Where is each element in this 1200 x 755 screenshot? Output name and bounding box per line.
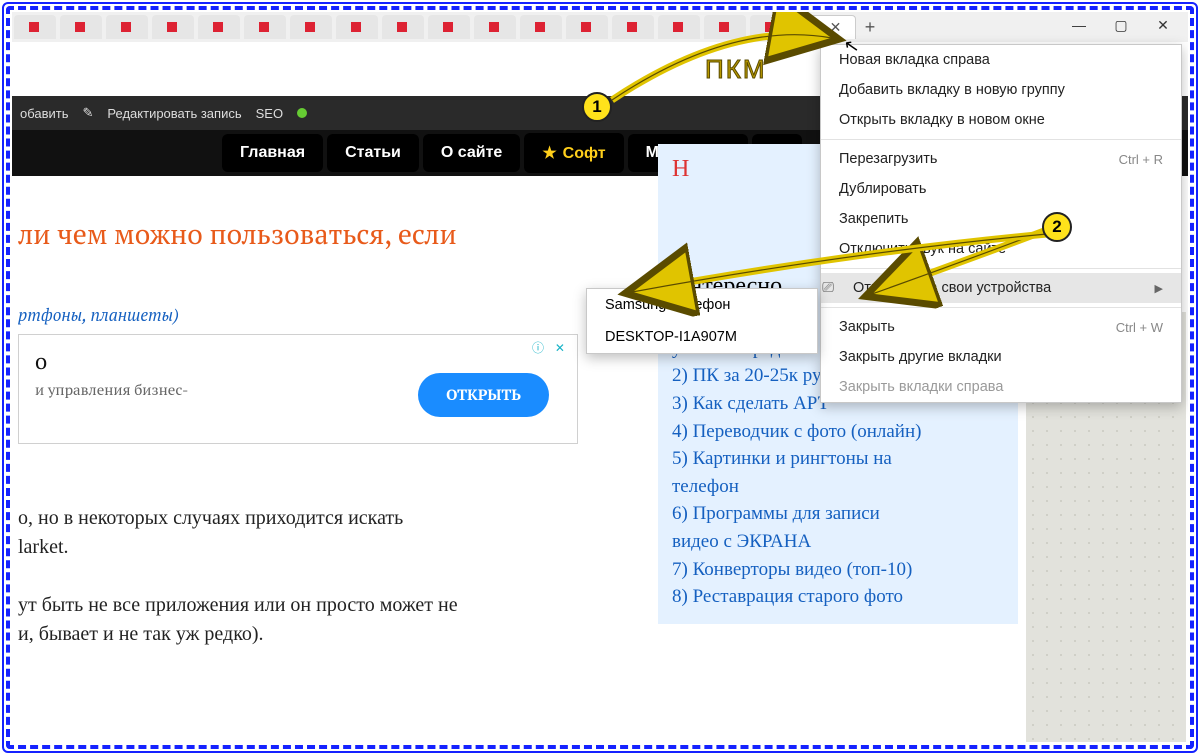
shortcut-label: Ctrl + W	[1116, 320, 1163, 335]
ctx-close-others[interactable]: Закрыть другие вкладки	[821, 342, 1181, 372]
ad-block: ⓘ ✕ о и управления бизнес- ОТКРЫТЬ	[18, 334, 578, 444]
ad-open-button[interactable]: ОТКРЫТЬ	[418, 373, 549, 417]
browser-tab[interactable]	[60, 15, 102, 39]
toolbar-seo[interactable]: SEO	[256, 106, 283, 121]
sidebar-link[interactable]: 8) Реставрация старого фото	[672, 584, 1004, 610]
pencil-icon: ✎	[83, 105, 94, 121]
browser-tab[interactable]	[428, 15, 470, 39]
browser-tab[interactable]	[336, 15, 378, 39]
browser-tab[interactable]	[14, 15, 56, 39]
annotation-pkm-label: ПКМ	[705, 54, 767, 85]
star-icon: ★	[542, 145, 556, 162]
submenu-arrow-icon: ▶	[1155, 282, 1163, 295]
shortcut-label: Ctrl + R	[1119, 152, 1163, 167]
nav-soft[interactable]: ★Софт	[524, 133, 623, 173]
sidebar-link[interactable]: 7) Конверторы видео (топ-10)	[672, 557, 1004, 583]
annotation-arrow-2b	[592, 232, 1062, 322]
window-minimize-button[interactable]: —	[1058, 12, 1100, 38]
window-close-button[interactable]: ✕	[1142, 12, 1184, 38]
ctx-reload[interactable]: ПерезагрузитьCtrl + R	[821, 144, 1181, 174]
browser-tab[interactable]	[106, 15, 148, 39]
browser-tab[interactable]	[152, 15, 194, 39]
browser-tab[interactable]	[290, 15, 332, 39]
sidebar-link[interactable]: 6) Программы для записи	[672, 501, 1004, 527]
ctx-add-to-group[interactable]: Добавить вкладку в новую группу	[821, 75, 1181, 105]
browser-tab[interactable]	[474, 15, 516, 39]
sidebar-link[interactable]: 4) Переводчик с фото (онлайн)	[672, 419, 1004, 445]
ad-info-close-icons[interactable]: ⓘ ✕	[532, 339, 569, 356]
new-tab-button[interactable]: +	[858, 17, 882, 38]
toolbar-add[interactable]: обавить	[20, 106, 69, 121]
device-option-desktop[interactable]: DESKTOP-I1A907M	[587, 321, 817, 353]
ctx-duplicate[interactable]: Дублировать	[821, 174, 1181, 204]
ad-title: о	[35, 347, 561, 376]
browser-tab[interactable]	[198, 15, 240, 39]
menu-separator	[821, 139, 1181, 140]
sidebar-link[interactable]: видео с ЭКРАНА	[672, 529, 1004, 555]
ctx-close-right: Закрыть вкладки справа	[821, 372, 1181, 402]
seo-status-dot-icon	[297, 108, 307, 118]
ctx-open-new-window[interactable]: Открыть вкладку в новом окне	[821, 105, 1181, 135]
nav-about[interactable]: О сайте	[423, 134, 520, 172]
annotation-badge-2: 2	[1042, 212, 1072, 242]
nav-articles[interactable]: Статьи	[327, 134, 419, 172]
sidebar-link[interactable]: телефон	[672, 474, 1004, 500]
browser-tab[interactable]	[520, 15, 562, 39]
nav-home[interactable]: Главная	[222, 134, 323, 172]
toolbar-edit-post[interactable]: Редактировать запись	[107, 106, 241, 121]
browser-tab[interactable]	[244, 15, 286, 39]
window-maximize-button[interactable]: ▢	[1100, 12, 1142, 38]
article-paragraph: о, но в некоторых случаях приходится иск…	[18, 504, 578, 649]
browser-tab[interactable]	[382, 15, 424, 39]
sidebar-link[interactable]: 5) Картинки и рингтоны на	[672, 446, 1004, 472]
ctx-new-tab-right[interactable]: Новая вкладка справа	[821, 45, 1181, 75]
annotation-badge-1: 1	[582, 92, 612, 122]
